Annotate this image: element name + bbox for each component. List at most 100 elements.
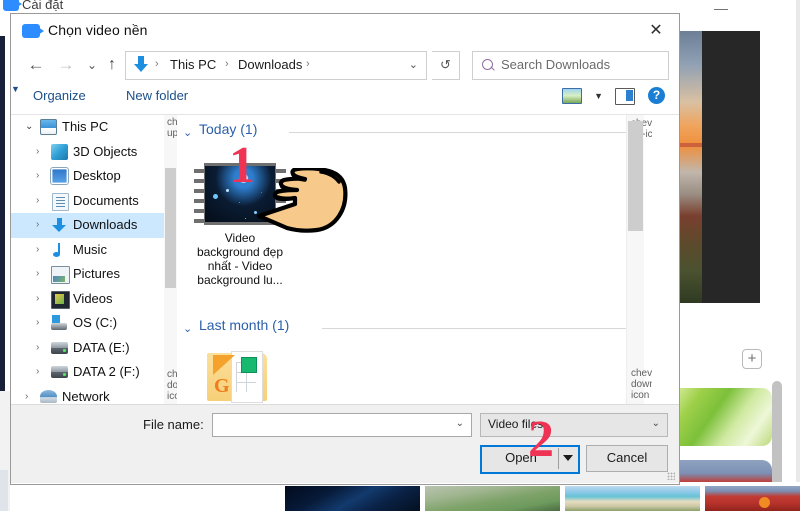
sidebar-item-videos[interactable]: › Videos (11, 287, 164, 312)
close-icon[interactable]: ✕ (633, 14, 679, 47)
chevron-right-icon[interactable]: › (36, 244, 39, 255)
folder-icon: G (207, 351, 273, 403)
sidebar-item-label: OS (C:) (73, 315, 118, 330)
sidebar-item-data2-f[interactable]: › DATA 2 (F:) (11, 360, 164, 385)
folder-green-badge (241, 357, 257, 373)
list-item[interactable]: G (185, 351, 295, 403)
chevron-down-icon[interactable]: ⌄ (456, 418, 464, 429)
sidebar-item-network[interactable]: › Network (11, 385, 164, 405)
chevron-down-icon[interactable]: ⌄ (409, 58, 418, 71)
desktop-icon (51, 168, 68, 184)
file-list-scrollbar[interactable]: chevron-up-icon chevron-down-icon (626, 115, 652, 404)
preview-pane-icon[interactable] (615, 88, 635, 105)
chevron-down-icon[interactable]: ⌄ (25, 121, 33, 132)
chevron-down-icon[interactable]: ⌄ (652, 418, 660, 429)
zoom-video-icon (3, 0, 22, 11)
file-name-input[interactable]: ⌄ (212, 413, 472, 437)
film-perforation-left (194, 163, 204, 225)
background-navy-accent (0, 36, 5, 391)
chevron-right-icon[interactable]: › (36, 195, 39, 206)
network-icon (40, 389, 57, 403)
virtual-background-beach[interactable] (565, 486, 700, 511)
chevron-down-icon[interactable]: ⌄ (183, 126, 192, 139)
chevron-right-icon[interactable]: › (36, 170, 39, 181)
arrow-right-icon[interactable]: → (53, 51, 79, 79)
chevron-right-icon[interactable]: › (36, 146, 39, 157)
sidebar-item-label: Pictures (73, 266, 120, 281)
chevron-down-icon[interactable]: ⌄ (183, 322, 192, 335)
tree-scrollbar[interactable]: chevron-up-icon chevron-down-icon (164, 115, 206, 404)
group-divider (322, 328, 644, 329)
search-placeholder: Search Downloads (501, 57, 611, 72)
minimize-button[interactable]: — (714, 0, 728, 16)
sidebar-item-documents[interactable]: › Documents (11, 189, 164, 214)
refresh-icon[interactable]: ↻ (432, 51, 460, 80)
sidebar-item-label: Downloads (73, 217, 138, 232)
search-icon (482, 59, 493, 70)
documents-icon (52, 192, 69, 211)
tree-scrollbar-thumb[interactable] (165, 168, 176, 288)
sidebar-item-this-pc[interactable]: ⌄ This PC (11, 115, 164, 140)
3d-objects-icon (51, 143, 68, 160)
dialog-title: Chọn video nền (48, 22, 148, 38)
group-header-label: Today (1) (199, 121, 258, 137)
sidebar-item-3d-objects[interactable]: › 3D Objects (11, 140, 164, 165)
chevron-right-icon[interactable]: › (36, 317, 39, 328)
virtual-background-aurora[interactable] (425, 486, 560, 511)
sidebar-item-label: Documents (73, 192, 139, 208)
help-icon[interactable]: ? (648, 87, 665, 104)
sidebar-item-data-e[interactable]: › DATA (E:) (11, 336, 164, 361)
sidebar-item-desktop[interactable]: › Desktop (11, 164, 164, 189)
chevron-right-icon[interactable]: › (36, 293, 39, 304)
sidebar-item-label: 3D Objects (73, 143, 138, 159)
group-header-label: Last month (1) (199, 317, 290, 333)
address-bar[interactable]: › This PC › Downloads › ⌄ (125, 51, 427, 80)
chevron-right-icon[interactable]: › (36, 342, 39, 353)
file-name-line-3: nhất - Video (207, 259, 273, 273)
plus-icon[interactable]: + (742, 349, 762, 369)
sidebar-item-label: This PC (62, 119, 109, 134)
chevron-right-icon[interactable]: › (25, 391, 28, 402)
chevron-right-icon[interactable]: › (36, 219, 39, 230)
breadcrumb-item-downloads[interactable]: Downloads (238, 57, 302, 72)
chevron-right-icon[interactable]: › (36, 366, 39, 377)
breadcrumb-separator: › (155, 58, 159, 70)
dialog-title-bar: Chọn video nền ✕ (11, 14, 679, 48)
resize-grip-icon[interactable] (667, 472, 675, 480)
chevron-down-icon[interactable]: ▼ (594, 91, 603, 101)
view-layout-icon[interactable] (562, 88, 582, 104)
triangle-down-icon[interactable] (563, 455, 573, 461)
virtual-background-team[interactable] (705, 486, 800, 511)
arrow-left-icon[interactable]: ← (23, 51, 49, 79)
file-type-dropdown[interactable]: Video files ⌄ (480, 413, 668, 437)
arrow-up-icon[interactable]: ↑ (99, 51, 125, 79)
sidebar-item-pictures[interactable]: › Pictures (11, 262, 164, 287)
sidebar-item-downloads[interactable]: › Downloads (11, 213, 164, 238)
chevron-right-icon[interactable]: › (36, 268, 39, 279)
new-folder-button[interactable]: New folder (126, 88, 188, 103)
virtual-background-grass[interactable] (672, 388, 772, 446)
cancel-button[interactable]: Cancel (586, 445, 668, 472)
search-input[interactable]: Search Downloads (472, 51, 669, 80)
command-bar: Organize ▼ New folder ▼ ? (11, 84, 679, 115)
folder-flap (213, 355, 235, 375)
navigation-tree: ⌄ This PC › 3D Objects › Desktop › Docum… (11, 115, 164, 404)
sidebar-item-label: DATA (E:) (73, 339, 130, 355)
dialog-footer: File name: ⌄ Video files ⌄ Open Cancel (11, 404, 679, 483)
open-button-divider (558, 448, 559, 469)
folder-letter: G (214, 375, 230, 397)
navigation-bar: ← → ⌄ ↑ › This PC › Downloads › ⌄ ↻ Sear… (11, 48, 679, 84)
background-scrollbar-thumb[interactable] (772, 381, 782, 489)
sidebar-item-os-c[interactable]: › OS (C:) (11, 311, 164, 336)
organize-button[interactable]: Organize (33, 88, 86, 103)
breadcrumb-item-this-pc[interactable]: This PC (170, 57, 216, 72)
background-right-edge (796, 0, 800, 511)
computer-icon (40, 119, 57, 135)
drive-icon (51, 366, 68, 378)
virtual-background-space[interactable] (285, 486, 420, 511)
file-list-scrollbar-thumb[interactable] (628, 121, 643, 231)
group-header-last-month[interactable]: ⌄ Last month (1) (177, 317, 652, 339)
sidebar-item-music[interactable]: › Music (11, 238, 164, 263)
chevron-down-icon[interactable]: chevron-down-icon (631, 368, 652, 401)
sidebar-item-label: Desktop (73, 168, 121, 183)
